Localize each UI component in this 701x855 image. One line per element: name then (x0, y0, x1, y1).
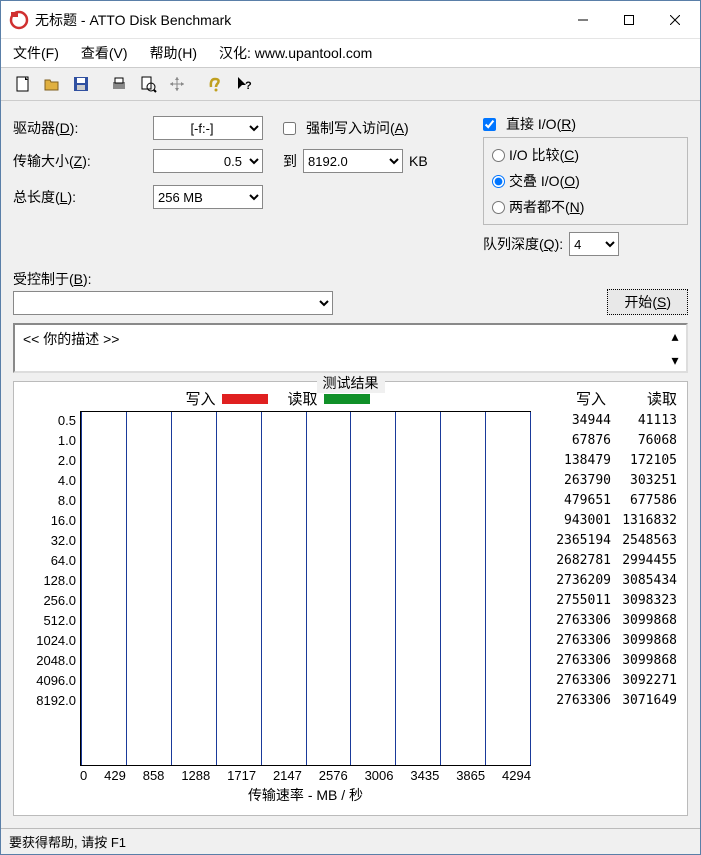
start-button[interactable]: 开始(S) (607, 289, 688, 315)
io-compare-label: I/O 比较(C) (509, 145, 579, 165)
table-row: 479651677586 (545, 491, 677, 511)
neither-radio[interactable] (492, 201, 505, 214)
y-axis-labels: 0.51.02.04.08.016.032.064.0128.0256.0512… (24, 411, 80, 805)
transfer-label: 传输大小(Z): (13, 151, 91, 171)
overlapped-io-radio[interactable] (492, 175, 505, 188)
menu-help[interactable]: 帮助(H) (150, 43, 197, 63)
table-row: 26827812994455 (545, 551, 677, 571)
col-write-header: 写入 (545, 388, 616, 409)
window-title: 无标题 - ATTO Disk Benchmark (35, 10, 560, 30)
table-row: 3494441113 (545, 411, 677, 431)
close-button[interactable] (652, 5, 698, 35)
data-table: 写入读取 34944411136787676068138479172105263… (541, 382, 687, 815)
force-write-checkbox[interactable] (283, 122, 296, 135)
length-label: 总长度(L): (13, 187, 76, 207)
table-row: 27550113098323 (545, 591, 677, 611)
minimize-button[interactable] (560, 5, 606, 35)
open-button[interactable] (38, 70, 66, 98)
status-text: 要获得帮助, 请按 F1 (9, 835, 126, 850)
controlled-select[interactable] (13, 291, 333, 315)
length-select[interactable]: 256 MB (153, 185, 263, 209)
neither-label: 两者都不(N) (509, 197, 584, 217)
col-read-header: 读取 (616, 388, 677, 409)
x-axis-title: 传输速率 - MB / 秒 (80, 785, 531, 805)
description-text: << 你的描述 >> (23, 331, 119, 347)
legend-write: 写入 (185, 388, 267, 409)
drive-label: 驱动器(D): (13, 118, 78, 138)
chart-plot-area (80, 411, 531, 766)
maximize-button[interactable] (606, 5, 652, 35)
results-chart: 测试结果 写入 读取 0.51.02.04.08.016.032.064.012… (13, 381, 688, 816)
table-row: 27633063071649 (545, 691, 677, 711)
direct-io-label: 直接 I/O(R) (506, 114, 576, 134)
print-preview-button[interactable] (134, 70, 162, 98)
overlapped-io-label: 交叠 I/O(O) (509, 171, 580, 191)
new-button[interactable] (9, 70, 37, 98)
transfer-from-select[interactable]: 0.5 (153, 149, 263, 173)
content-area: 驱动器(D): [-f:-] 传输大小(Z): 0.5 总长度(L): 256 … (1, 101, 700, 828)
chart-legend: 写入 读取 (14, 382, 541, 411)
print-button[interactable] (105, 70, 133, 98)
menu-view[interactable]: 查看(V) (81, 43, 128, 63)
scroll-up-icon[interactable]: ▴ (666, 327, 684, 345)
toolbar: ? (1, 67, 700, 101)
menu-credit: 汉化: www.upantool.com (219, 43, 372, 63)
table-row: 27633063099868 (545, 611, 677, 631)
drive-select[interactable]: [-f:-] (153, 116, 263, 140)
menubar: 文件(F) 查看(V) 帮助(H) 汉化: www.upantool.com (1, 39, 700, 67)
table-row: 27633063099868 (545, 651, 677, 671)
disk-benchmark-window: 无标题 - ATTO Disk Benchmark 文件(F) 查看(V) 帮助… (0, 0, 701, 855)
table-row: 138479172105 (545, 451, 677, 471)
kb-label: KB (409, 153, 428, 169)
direct-io-checkbox[interactable] (483, 118, 496, 131)
about-button[interactable] (201, 70, 229, 98)
to-label: 到 (283, 151, 297, 171)
x-axis-labels: 042985812881717214725763006343538654294 (80, 766, 531, 785)
table-row: 27633063099868 (545, 631, 677, 651)
save-button[interactable] (67, 70, 95, 98)
menu-file[interactable]: 文件(F) (13, 43, 59, 63)
controlled-label: 受控制于(B): (13, 271, 92, 287)
titlebar: 无标题 - ATTO Disk Benchmark (1, 1, 700, 39)
table-row: 6787676068 (545, 431, 677, 451)
scroll-down-icon[interactable]: ▾ (666, 351, 684, 369)
queue-label: 队列深度(Q): (483, 234, 563, 254)
io-mode-fieldset: I/O 比较(C) 交叠 I/O(O) 两者都不(N) (483, 137, 688, 225)
description-textbox[interactable]: << 你的描述 >> ▴ ▾ (13, 323, 688, 373)
move-button[interactable] (163, 70, 191, 98)
io-compare-radio[interactable] (492, 149, 505, 162)
table-row: 9430011316832 (545, 511, 677, 531)
table-row: 263790303251 (545, 471, 677, 491)
app-icon (9, 10, 29, 30)
table-row: 23651942548563 (545, 531, 677, 551)
svg-text:?: ? (245, 80, 252, 92)
statusbar: 要获得帮助, 请按 F1 (1, 828, 700, 854)
queue-select[interactable]: 4 (569, 232, 619, 256)
chart-title: 测试结果 (317, 373, 385, 393)
table-row: 27362093085434 (545, 571, 677, 591)
table-row: 27633063092271 (545, 671, 677, 691)
transfer-to-select[interactable]: 8192.0 (303, 149, 403, 173)
context-help-button[interactable]: ? (230, 70, 258, 98)
force-write-label: 强制写入访问(A) (306, 118, 409, 138)
